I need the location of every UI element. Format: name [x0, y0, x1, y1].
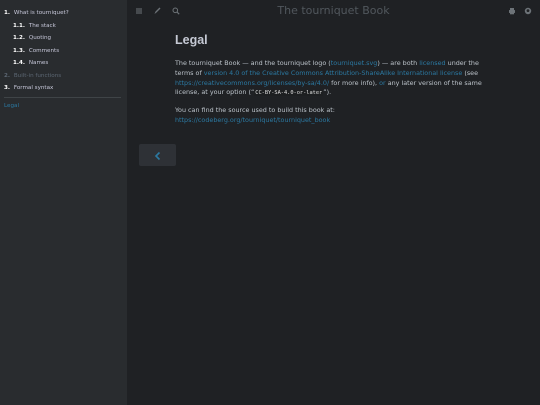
cc-license-link[interactable]: version 4.0 of the Creative Commons Attr…	[204, 69, 463, 77]
source-paragraph: You can find the source used to build th…	[175, 106, 487, 126]
table-of-contents: 1. What is tourniquet? 1.1. The stack 1.2.…	[0, 7, 127, 95]
print-icon[interactable]	[507, 6, 517, 16]
license-identifier-code: CC-BY-SA-4.0-or-later	[254, 90, 324, 97]
toc-item-number: 1.2.	[13, 35, 26, 41]
toc-item-number: 3.	[4, 85, 11, 91]
text-run: for more info),	[329, 78, 380, 87]
page-heading: Legal	[175, 33, 208, 47]
toc-item-legal[interactable]: Legal	[0, 101, 127, 111]
toc-item[interactable]: 1.3. Comments	[0, 45, 127, 58]
toc-item-number: 1.1.	[13, 22, 26, 29]
toc-item-label: Built-in functions	[13, 72, 62, 79]
toc-item-label: The stack	[28, 22, 56, 29]
chevron-left-icon	[153, 146, 163, 165]
menu-bar: The tourniquet Book	[127, 0, 540, 22]
toc-item-label: Formal syntax	[13, 85, 54, 91]
page-content: Legal The tourniquet Book — and the tour…	[175, 33, 487, 133]
toc-item[interactable]: 1.1. The stack	[0, 20, 127, 33]
logo-link[interactable]: tourniquet.svg	[331, 59, 378, 67]
source-link[interactable]: https://codeberg.org/tourniquet/tourniqu…	[175, 116, 330, 124]
toc-item[interactable]: 3. Formal syntax	[0, 82, 127, 95]
text-run: ) — are both	[377, 59, 420, 67]
text-run: (see	[462, 68, 479, 77]
toc-item[interactable]: 1. What is tourniquet?	[0, 7, 127, 20]
cc-url-link[interactable]: https://creativecommons.org/licenses/by-…	[175, 79, 329, 87]
toc-item-number: 1.3.	[13, 47, 26, 54]
toc-item-label: What is tourniquet?	[13, 10, 69, 16]
toc-item-number: 2.	[4, 72, 11, 79]
sidebar: 1. What is tourniquet? 1.1. The stack 1.2.…	[0, 0, 127, 405]
toc-item-label: Quoting	[28, 35, 52, 41]
book-title: The tourniquet Book	[277, 4, 390, 17]
toc-item-number: 1.4.	[13, 60, 26, 66]
toc-item-label: Comments	[28, 47, 60, 54]
toc-item-label: Names	[28, 60, 49, 66]
main-area: The tourniquet Book Legal The tourniquet…	[127, 0, 540, 405]
toc-divider	[4, 96, 121, 98]
toc-item[interactable]: 1.2. Quoting	[0, 32, 127, 45]
previous-chapter-button[interactable]	[139, 144, 176, 166]
text-run: The tourniquet Book — and the tourniquet…	[175, 59, 331, 67]
source-text: You can find the source used to build th…	[175, 106, 335, 115]
licensed-link[interactable]: licensed	[419, 59, 445, 67]
git-repository-icon[interactable]	[523, 6, 533, 16]
toc-item: 2. Built-in functions	[0, 70, 127, 83]
toc-item-number: 1.	[4, 10, 11, 16]
license-paragraph: The tourniquet Book — and the tourniquet…	[175, 59, 487, 99]
toc-item[interactable]: 1.4. Names	[0, 57, 127, 70]
text-run: ”).	[323, 88, 332, 97]
